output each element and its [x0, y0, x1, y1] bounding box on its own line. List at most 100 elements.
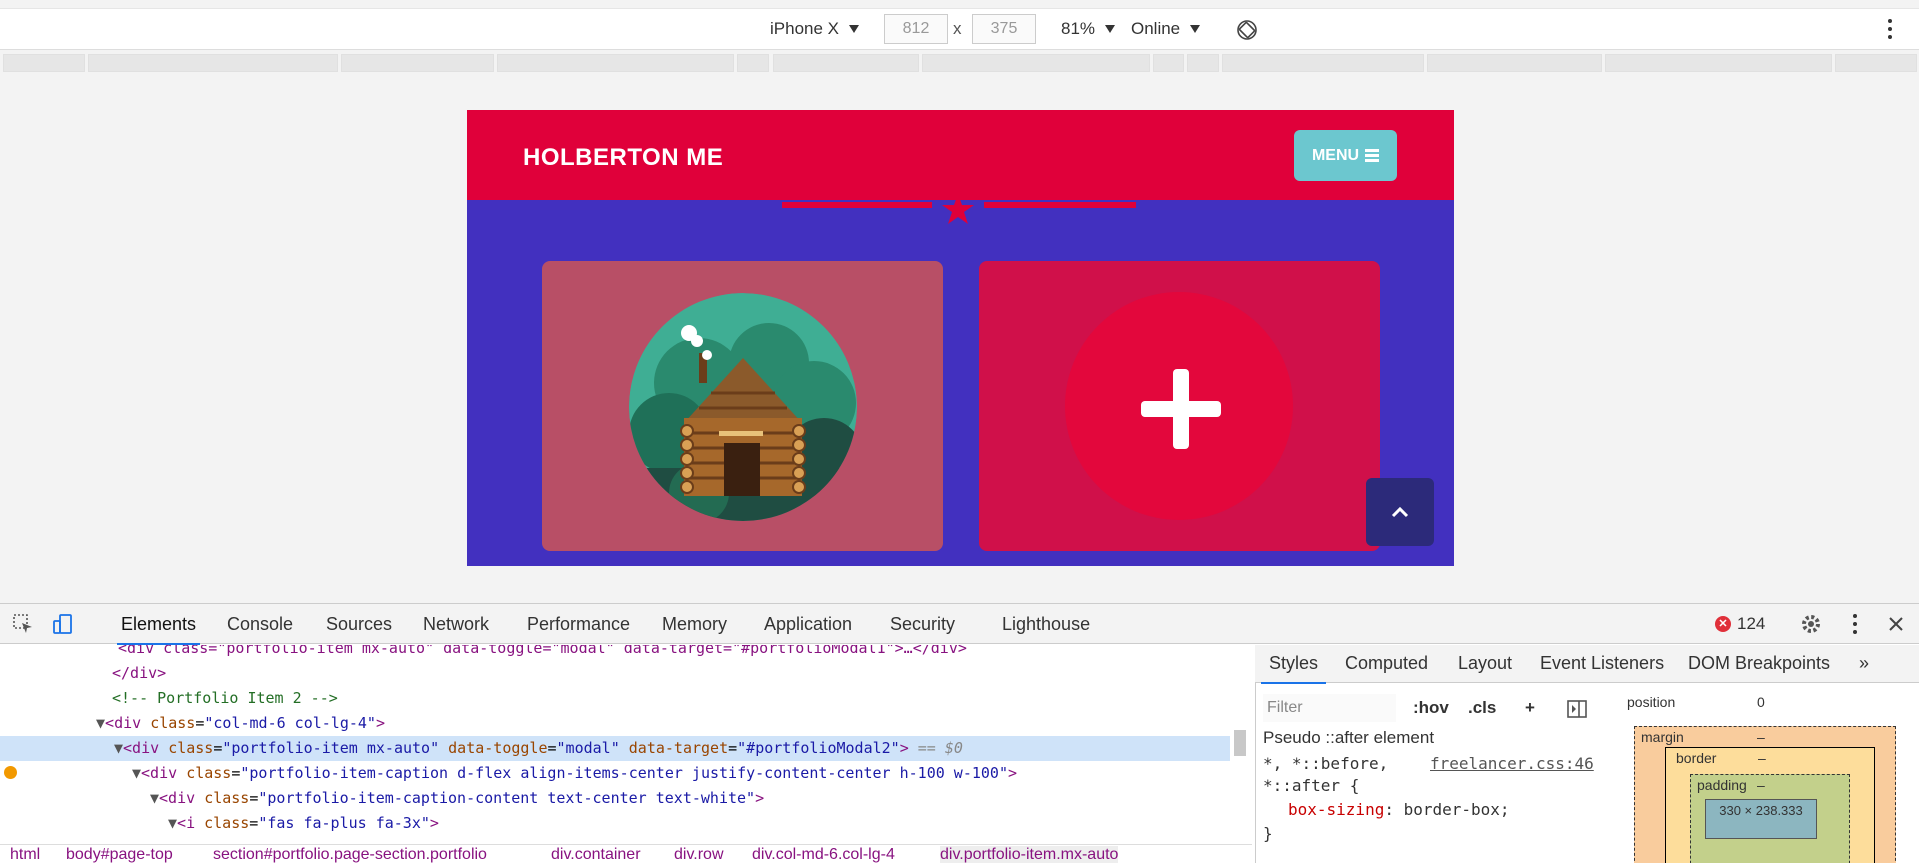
hamburger-icon — [1365, 147, 1380, 164]
rotate-icon[interactable] — [1236, 19, 1258, 41]
box-model-border[interactable]: border – padding – 330 × 238.333 — [1665, 747, 1875, 863]
tab-lighthouse[interactable]: Lighthouse — [1002, 614, 1090, 635]
menu-button[interactable]: MENU — [1294, 130, 1397, 181]
css-value[interactable]: border-box; — [1404, 800, 1510, 819]
tab-dom-breakpoints[interactable]: DOM Breakpoints — [1688, 653, 1830, 674]
dom-node-line[interactable]: ▼<i class="fas fa-plus fa-3x"> — [0, 811, 1230, 836]
site-navbar: HOLBERTON ME MENU — [467, 110, 1454, 200]
media-query-segment[interactable] — [1835, 54, 1917, 72]
css-declaration[interactable]: box-sizing: border-box; — [1288, 800, 1510, 819]
media-query-segment[interactable] — [737, 54, 769, 72]
tab-console[interactable]: Console — [227, 614, 293, 635]
css-rule-close: } — [1263, 824, 1273, 843]
error-counter[interactable]: ✕ 124 — [1715, 614, 1765, 634]
dom-node-line[interactable]: ▼<div class="portfolio-item-caption-cont… — [0, 786, 1230, 811]
portfolio-item-hovered[interactable] — [979, 261, 1380, 551]
more-tabs-icon[interactable]: » — [1859, 653, 1869, 674]
dom-node-line-selected[interactable]: ▼<div class="portfolio-item mx-auto" dat… — [0, 736, 1230, 761]
network-throttle-select[interactable]: Online — [1131, 19, 1201, 39]
padding-value: – — [1757, 777, 1765, 793]
media-query-segment[interactable] — [497, 54, 734, 72]
box-model-content[interactable]: 330 × 238.333 — [1705, 799, 1817, 839]
dom-node-line[interactable]: ▼<div class="col-md-6 col-lg-4"> — [0, 711, 1230, 736]
class-toggle[interactable]: .cls — [1468, 698, 1496, 718]
error-icon: ✕ — [1715, 616, 1731, 632]
network-label: Online — [1131, 19, 1181, 38]
device-toggle-icon[interactable] — [52, 613, 74, 635]
media-query-segment[interactable] — [1427, 54, 1602, 72]
media-query-bar — [0, 51, 1919, 75]
new-rule-button[interactable]: + — [1525, 698, 1535, 718]
box-model-margin[interactable]: margin – border – padding – 330 × 238.33… — [1634, 726, 1896, 863]
media-query-segment[interactable] — [1222, 54, 1424, 72]
css-property[interactable]: box-sizing — [1288, 800, 1384, 819]
zoom-select[interactable]: 81% — [1061, 19, 1116, 39]
more-options-icon[interactable] — [1887, 19, 1893, 41]
gear-icon[interactable] — [1800, 613, 1822, 635]
breadcrumb-item-selected[interactable]: div.portfolio-item.mx-auto — [940, 846, 1119, 863]
tab-layout[interactable]: Layout — [1458, 653, 1512, 674]
portfolio-item-cabin[interactable] — [542, 261, 943, 551]
media-query-segment[interactable] — [1153, 54, 1184, 72]
css-selector[interactable]: *, *::before, — [1263, 754, 1388, 773]
devtools-more-icon[interactable] — [1852, 614, 1858, 636]
dom-node-line[interactable]: <div class="portfolio-item mx-auto" data… — [0, 645, 1230, 661]
breadcrumb-item[interactable]: section#portfolio.page-section.portfolio — [213, 846, 487, 863]
media-query-segment[interactable] — [1187, 54, 1219, 72]
media-query-segment[interactable] — [88, 54, 338, 72]
dom-attr-value: "portfolio-item mx-auto" — [222, 739, 440, 757]
styles-filter-input[interactable]: Filter — [1263, 694, 1396, 722]
tab-sources[interactable]: Sources — [326, 614, 392, 635]
dom-attr-value: "fas fa-plus fa-3x" — [258, 814, 430, 832]
error-count: 124 — [1737, 614, 1766, 633]
breadcrumb-item[interactable]: div.container — [551, 846, 641, 863]
devtools-tabbar: Elements Console Sources Network Perform… — [0, 604, 1919, 645]
tab-security[interactable]: Security — [890, 614, 955, 635]
dom-comment-line[interactable]: <!-- Portfolio Item 2 --> — [0, 686, 1230, 711]
tab-memory[interactable]: Memory — [662, 614, 727, 635]
device-select[interactable]: iPhone X — [770, 19, 859, 39]
media-query-segment[interactable] — [341, 54, 494, 72]
tab-performance[interactable]: Performance — [527, 614, 630, 635]
media-query-segment[interactable] — [773, 54, 919, 72]
media-query-segment[interactable] — [922, 54, 1150, 72]
sidebar-toggle-icon[interactable] — [1566, 698, 1588, 720]
browser-window: iPhone X 812 x 375 81% Online HOLBERTON … — [0, 0, 1919, 863]
device-toolbar: iPhone X 812 x 375 81% Online — [0, 8, 1919, 50]
chevron-down-icon — [1105, 25, 1116, 33]
inspect-element-icon[interactable] — [12, 613, 34, 635]
divider-line — [782, 202, 932, 208]
close-icon[interactable] — [1885, 613, 1907, 635]
scroll-to-top-button[interactable] — [1366, 478, 1434, 546]
border-value: – — [1758, 750, 1766, 766]
width-input[interactable]: 812 — [884, 14, 948, 44]
margin-label: margin — [1641, 729, 1684, 745]
dom-node-text: </div> — [112, 664, 167, 682]
tab-application[interactable]: Application — [764, 614, 852, 635]
breadcrumb-item[interactable]: body#page-top — [66, 846, 173, 863]
box-model-padding[interactable]: padding – 330 × 238.333 — [1690, 774, 1850, 863]
breadcrumb-item[interactable]: div.col-md-6.col-lg-4 — [752, 846, 895, 863]
breadcrumb-item[interactable]: html — [10, 846, 40, 863]
dom-attr: class — [168, 739, 214, 757]
dom-attr: class — [150, 714, 196, 732]
breadcrumb-item[interactable]: div.row — [674, 846, 724, 863]
hover-state-toggle[interactable]: :hov — [1413, 698, 1449, 718]
cabin-illustration — [629, 293, 857, 521]
tab-styles[interactable]: Styles — [1260, 653, 1327, 684]
dom-node-line[interactable]: ▼<div class="portfolio-item-caption d-fl… — [0, 761, 1230, 786]
tab-elements[interactable]: Elements — [116, 614, 201, 645]
media-query-segment[interactable] — [1605, 54, 1832, 72]
media-query-segment[interactable] — [3, 54, 85, 72]
tab-event-listeners[interactable]: Event Listeners — [1540, 653, 1664, 674]
tab-network[interactable]: Network — [423, 614, 489, 635]
elements-scrollbar[interactable] — [1232, 690, 1248, 855]
tab-computed[interactable]: Computed — [1345, 653, 1428, 674]
site-brand[interactable]: HOLBERTON ME — [523, 144, 723, 172]
scrollbar-thumb[interactable] — [1234, 730, 1246, 756]
dom-node-line[interactable]: </div> — [0, 661, 1230, 686]
height-input[interactable]: 375 — [972, 14, 1036, 44]
css-selector[interactable]: *::after { — [1263, 776, 1359, 795]
zoom-label: 81% — [1061, 19, 1096, 38]
css-source-link[interactable]: freelancer.css:46 — [1430, 754, 1594, 773]
